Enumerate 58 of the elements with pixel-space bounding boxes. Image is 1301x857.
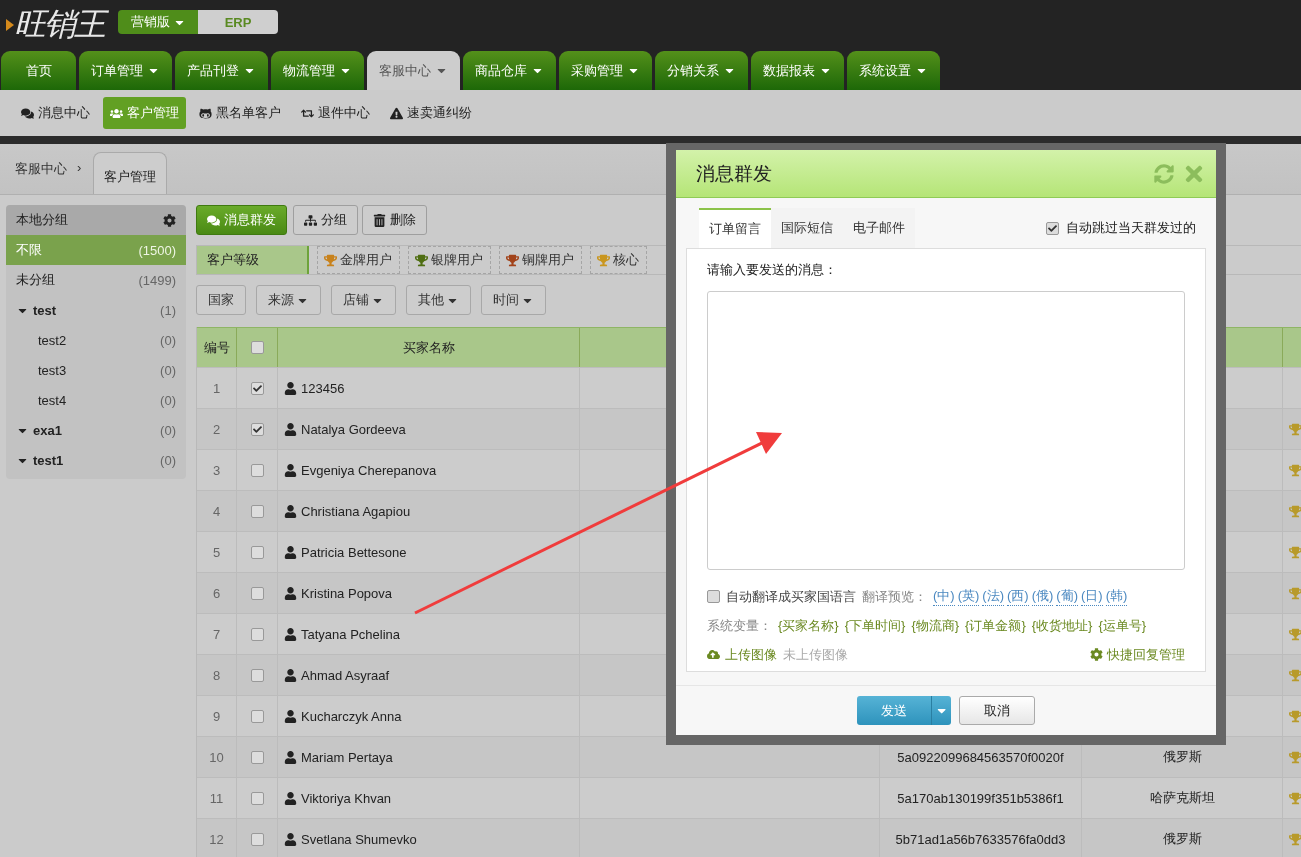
buyer-name: Mariam Pertaya (301, 749, 393, 765)
row-number: 2 (212, 421, 221, 437)
message-label: 请输入要发送的消息： (707, 261, 838, 279)
row-number: 11 (209, 790, 224, 806)
row-number: 6 (212, 585, 221, 601)
buyer-name: Viktoriya Khvan (301, 790, 392, 806)
column-header: 买家名称 (402, 338, 455, 357)
group-count: (0) (160, 452, 176, 468)
buyer-name: Christiana Agapiou (301, 503, 411, 519)
upload-status: 未上传图像 (783, 645, 848, 664)
row-number: 5 (212, 544, 221, 560)
buyer-name: Svetlana Shumevko (301, 831, 417, 847)
buyer-name: Tatyana Pchelina (301, 626, 400, 642)
buyer-name: 123456 (301, 380, 345, 396)
preview-label: 翻译预览： (862, 587, 927, 606)
group-label: test3 (38, 362, 67, 378)
buyer-name: Evgeniya Cherepanova (301, 462, 437, 478)
row-number: 9 (212, 708, 221, 724)
group-label: 不限 (16, 241, 42, 259)
group-label: test4 (38, 392, 67, 408)
group-label: 未分组 (16, 271, 55, 289)
row-number: 7 (212, 626, 221, 642)
variables-label: 系统变量： (707, 616, 772, 635)
table-cell: 俄罗斯 (1162, 748, 1202, 766)
table-cell: 5a170ab130199f351b5386f1 (897, 790, 1064, 806)
group-count: (1) (160, 302, 176, 318)
level-label: 客户等级 (197, 246, 309, 274)
table-cell: 5b71ad1a56b7633576fa0dd3 (895, 831, 1066, 847)
row-number: 4 (212, 503, 221, 519)
group-label: test2 (38, 332, 67, 348)
group-label: test1 (33, 452, 64, 468)
buyer-name: Kristina Popova (301, 585, 393, 601)
buyer-name: Patricia Bettesone (301, 544, 407, 560)
row-number: 3 (212, 462, 221, 478)
buyer-name: Natalya Gordeeva (301, 421, 406, 437)
group-count: (1500) (138, 242, 176, 258)
group-count: (1499) (138, 272, 176, 288)
checkbox-label: 自动翻译成买家国语言 (726, 587, 856, 606)
buyer-name: Ahmad Asyraaf (301, 667, 390, 683)
table-cell: 5a0922099684563570f0020f (897, 749, 1064, 765)
group-label: test (33, 302, 57, 318)
dialog-title: 消息群发 (696, 161, 772, 186)
group-count: (0) (160, 362, 176, 378)
group-count: (0) (160, 392, 176, 408)
table-cell: 哈萨克斯坦 (1149, 789, 1215, 807)
row-number: 1 (212, 380, 221, 396)
group-count: (0) (160, 332, 176, 348)
group-label: exa1 (33, 422, 62, 438)
row-number: 12 (209, 831, 224, 847)
column-header: 编号 (203, 338, 230, 357)
sidebar-title: 本地分组 (16, 211, 68, 229)
row-number: 10 (209, 749, 224, 765)
table-cell: 俄罗斯 (1162, 830, 1202, 848)
checkbox-label: 自动跳过当天群发过的 (1066, 219, 1196, 237)
breadcrumb-separator: › (77, 160, 82, 177)
row-number: 8 (212, 667, 221, 683)
group-count: (0) (160, 422, 176, 438)
buyer-name: Kucharczyk Anna (301, 708, 402, 724)
